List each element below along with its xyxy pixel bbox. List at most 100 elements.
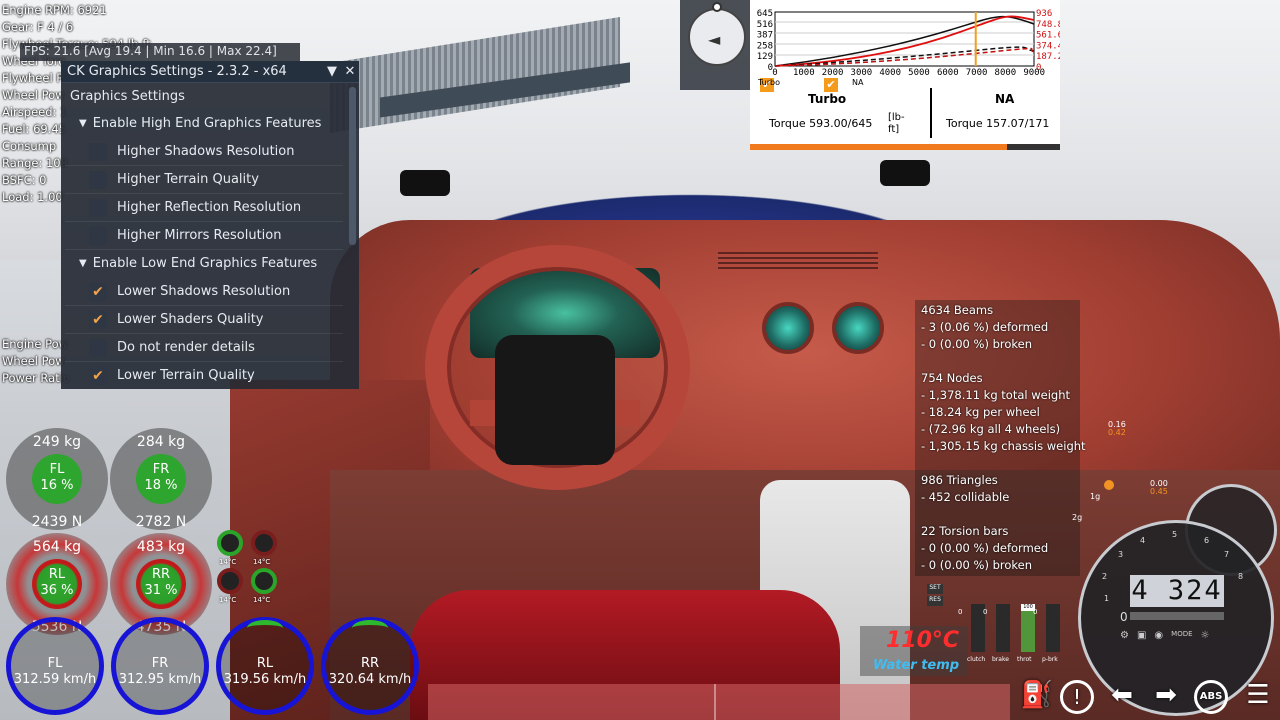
checkbox[interactable] — [89, 338, 107, 357]
fuel-label: 0 — [1120, 610, 1128, 624]
steering-hub — [495, 335, 615, 465]
checkbox[interactable] — [89, 226, 107, 245]
checkbox-checked[interactable]: ✔ — [89, 366, 107, 385]
triangle-down-icon[interactable]: ▼ — [323, 64, 341, 79]
tire-load-kg: 249 kg — [32, 434, 82, 450]
tree-high-end[interactable]: ▼ Enable High End Graphics Features — [65, 110, 359, 138]
brake-icon: ◉ — [1154, 630, 1164, 641]
speed-arc — [247, 620, 283, 636]
lights-icon: ☼ — [1200, 630, 1210, 641]
close-icon[interactable]: ✕ — [341, 64, 359, 79]
engine-icon: ⚙ — [1120, 630, 1129, 641]
x-tick: 3000 — [851, 68, 873, 78]
tachometer: 1 2 3 4 5 6 7 8 4 324 0 ⚙ ▣ ◉ MODE ☼ — [1078, 520, 1278, 716]
torque-graph: 6455163872581290 936748.8561.6374.4187.2… — [757, 9, 1060, 78]
option-higher-shadows[interactable]: Higher Shadows Resolution — [65, 138, 343, 166]
mode-label: MODE — [1171, 630, 1193, 638]
tree-label: Enable Low End Graphics Features — [92, 256, 318, 271]
scrollbar[interactable] — [349, 87, 356, 245]
fps-counter: FPS: 21.6 [Avg 19.4 | Min 16.6 | Max 22.… — [20, 43, 300, 61]
x-tick: 9000 — [1023, 68, 1045, 78]
option-label: Higher Mirrors Resolution — [117, 228, 282, 243]
toolbar-divider — [714, 684, 716, 720]
wheel-speed-rl: RL 319.56 km/h — [216, 617, 314, 715]
option-label: Do not render details — [117, 340, 255, 355]
option-label: Higher Terrain Quality — [117, 172, 259, 187]
y-tick-left: 645 — [757, 9, 773, 19]
wheel-label: RR — [360, 656, 380, 671]
tire-name: RR — [151, 567, 171, 582]
warning-icon[interactable]: ! — [1060, 680, 1094, 714]
stat-line: - 18.24 kg per wheel — [921, 405, 1040, 419]
ck-graphics-window[interactable]: CK Graphics Settings - 2.3.2 - x64 ▼ ✕ G… — [61, 61, 359, 389]
triangle-down-icon: ▼ — [79, 118, 87, 129]
headlights-icon[interactable]: ☰ — [1238, 680, 1278, 716]
tire-load-kg: 284 kg — [136, 434, 186, 450]
tire-load-n: 2439 N — [31, 514, 83, 530]
option-higher-reflection[interactable]: Higher Reflection Resolution — [65, 194, 343, 222]
tacho-tick-label: 8 — [1238, 572, 1244, 581]
abs-icon[interactable]: ABS — [1194, 680, 1228, 714]
dash-gauge-left — [762, 302, 814, 354]
option-lower-shaders[interactable]: ✔ Lower Shaders Quality — [65, 306, 343, 334]
right-mirror — [880, 160, 930, 186]
wheel-speed-value: 312.59 km/h — [13, 672, 97, 687]
tacho-tick-label: 3 — [1118, 550, 1124, 559]
checkbox[interactable] — [89, 142, 107, 161]
dash-gauge-right — [832, 302, 884, 354]
tire-gauge-fl: 249 kg FL 16 % 2439 N — [6, 428, 108, 530]
tacho-tick-label: 5 — [1172, 530, 1178, 539]
set-button[interactable]: SET — [927, 584, 943, 594]
rpm-progress-bar — [750, 144, 1060, 150]
x-tick: 8000 — [995, 68, 1017, 78]
tacho-tick-label: 2 — [1102, 572, 1108, 581]
option-lower-shadows[interactable]: ✔ Lower Shadows Resolution — [65, 278, 343, 306]
res-button[interactable]: RES — [927, 596, 943, 606]
x-tick: 2000 — [822, 68, 844, 78]
dash-vent — [718, 252, 878, 272]
right-signal-icon[interactable]: ➡ — [1146, 680, 1186, 716]
window-body: Graphics Settings ▼ Enable High End Grap… — [61, 83, 359, 387]
turbo-torque-value: Torque 593.00/645 — [769, 117, 873, 130]
option-higher-terrain[interactable]: Higher Terrain Quality — [65, 166, 343, 194]
stat-line: 22 Torsion bars — [921, 524, 1009, 538]
option-lower-terrain[interactable]: ✔ Lower Terrain Quality — [65, 362, 343, 387]
checkbox[interactable] — [89, 170, 107, 189]
pedal-bar-p-brk — [1046, 604, 1060, 652]
gear-speed-display: 4 324 — [1130, 575, 1224, 607]
triangle-down-icon: ▼ — [79, 258, 87, 269]
left-signal-icon[interactable]: ⬅ — [1102, 680, 1142, 716]
tire-core: FL 16 % — [32, 454, 82, 504]
tire-name: FR — [152, 462, 170, 477]
tire-load-kg: 564 kg — [32, 539, 82, 555]
left-mirror — [400, 170, 450, 196]
stat-line: - (72.96 kg all 4 wheels) — [921, 422, 1061, 436]
y-tick-right: 187.2 — [1036, 52, 1060, 62]
tire-load-pct: 36 % — [40, 583, 74, 598]
tire-core: RR 31 % — [136, 559, 186, 609]
gforce-ring-label: 1g — [1090, 492, 1101, 501]
tacho-tick-label: 4 — [1140, 536, 1146, 545]
gforce-value: 0.45 — [1150, 487, 1168, 496]
fuel-icon[interactable]: ⛽ — [1020, 680, 1054, 716]
checkbox[interactable] — [89, 198, 107, 217]
stat-line: - 1,378.11 kg total weight — [921, 388, 1071, 402]
stat-line: 754 Nodes — [921, 371, 983, 385]
pedal-bar-brake — [996, 604, 1010, 652]
stat-line: 986 Triangles — [921, 473, 998, 487]
tire-name: RL — [48, 567, 66, 582]
tacho-tick-label: 6 — [1204, 536, 1210, 545]
pedal-label: clutch — [967, 656, 986, 663]
option-higher-mirrors[interactable]: Higher Mirrors Resolution — [65, 222, 343, 250]
tree-low-end[interactable]: ▼ Enable Low End Graphics Features — [65, 250, 359, 278]
option-no-details[interactable]: Do not render details — [65, 334, 343, 362]
y-tick-right: 374.4 — [1036, 41, 1060, 51]
checkbox-checked[interactable]: ✔ — [89, 282, 107, 301]
window-titlebar[interactable]: CK Graphics Settings - 2.3.2 - x64 ▼ ✕ — [61, 61, 359, 83]
tire-temp-label: 14°C — [219, 596, 237, 604]
stat-line: - 1,305.15 kg chassis weight — [921, 439, 1086, 453]
engine-power-panel: Engine Pow Wheel Pow Power Ratio — [2, 336, 70, 387]
checkbox-checked[interactable]: ✔ — [89, 310, 107, 329]
stat-line: - 452 collidable — [921, 490, 1010, 504]
col-turbo: Turbo — [808, 92, 847, 106]
